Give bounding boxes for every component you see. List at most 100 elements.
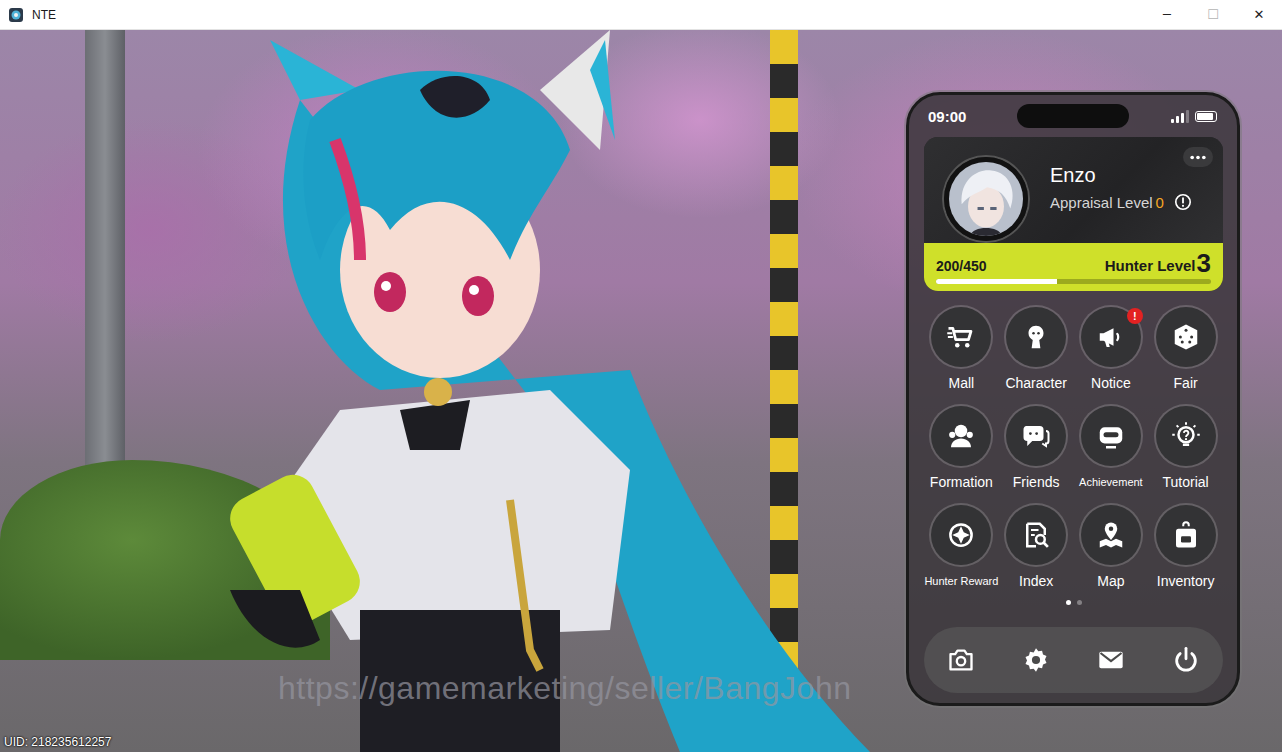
status-icons [1129,109,1218,123]
app-button[interactable]: Tutorial [1148,406,1223,491]
app-button[interactable]: Inventory [1148,505,1223,590]
dock-button[interactable] [1074,646,1149,674]
game-view: 09:00 Enzo Appraisal Level0 200/450 Hunter L… [0,30,1282,752]
camera-icon [947,646,975,674]
app-button[interactable]: Index [999,505,1074,590]
more-button[interactable] [1183,147,1213,167]
dock-button[interactable] [924,646,999,674]
gear-icon [1022,646,1050,674]
dock [924,627,1223,693]
app-label: Achievement [1079,473,1143,491]
title-bar: NTE ─☐✕ [0,0,1282,30]
watermark: https://gamemarketing/seller/BangJohn [278,670,851,707]
search-document-icon [1021,520,1051,550]
app-icon-circle [931,505,991,565]
hunter-level: Hunter Level3 [1105,251,1211,275]
hunter-level-value: 3 [1197,251,1211,275]
page-dot[interactable] [1066,600,1071,605]
hunter-level-row: 200/450 Hunter Level3 [936,251,1211,275]
app-icon-circle: ! [1081,307,1141,367]
phone-status-bar: 09:00 [924,95,1223,135]
window-control-button[interactable]: ☐ [1190,0,1236,29]
appraisal-label: Appraisal Level [1050,194,1153,211]
app-icon-circle [1156,307,1216,367]
app-button[interactable]: Map [1074,505,1149,590]
app-icon-circle [1156,505,1216,565]
app-label: Mall [949,374,975,392]
window-control-button[interactable]: ✕ [1236,0,1282,29]
app-icon-circle [1006,406,1066,466]
robot-icon [1096,421,1126,451]
xp-progress-bar [936,279,1211,284]
profile-info: Enzo Appraisal Level0 [1050,163,1183,211]
hunter-level-band: 200/450 Hunter Level3 [924,243,1223,291]
app-label: Index [1019,572,1053,590]
app-icon-circle [1006,307,1066,367]
app-label: Inventory [1157,572,1215,590]
map-pin-icon [1096,520,1126,550]
more-dots-icon [1188,154,1208,161]
info-icon[interactable] [1174,193,1192,211]
chat-icon [1021,421,1051,451]
app-logo-icon [8,7,24,23]
uid-label: UID: 218235612257 [4,735,111,749]
app-label: Notice [1091,374,1131,392]
battery-icon [1195,111,1217,122]
app-label: Formation [930,473,993,491]
appraisal-level: Appraisal Level0 [1050,193,1183,211]
avatar[interactable] [944,157,1028,241]
hunter-level-label: Hunter Level [1105,257,1196,275]
app-button[interactable]: Hunter Reward [924,505,999,590]
character-art [210,30,890,752]
phone-notch [1017,104,1129,128]
app-icon-circle [931,307,991,367]
app-icon-circle [1081,505,1141,565]
app-label: Map [1097,572,1124,590]
dock-button[interactable] [999,646,1074,674]
power-icon [1172,646,1200,674]
xp-progress-fill [936,279,1057,284]
dice-icon [1171,322,1201,352]
window-control-button[interactable]: ─ [1144,0,1190,29]
app-label: Fair [1174,374,1198,392]
lightbulb-icon [1171,421,1201,451]
appraisal-value: 0 [1156,194,1164,211]
app-button[interactable]: ! Notice [1074,307,1149,392]
page-indicator [924,600,1223,605]
app-icon-circle [1081,406,1141,466]
signal-icon [1171,109,1189,123]
profile-header: Enzo Appraisal Level0 [924,137,1223,243]
dock-button[interactable] [1148,646,1223,674]
phone-time: 09:00 [928,108,1017,125]
avatar-portrait-icon [949,162,1023,236]
character-icon [1021,322,1051,352]
phone-menu: 09:00 Enzo Appraisal Level0 200/450 Hunter L… [906,92,1240,706]
megaphone-icon [1096,322,1126,352]
crosshair-icon [946,520,976,550]
app-button[interactable]: Achievement [1074,406,1149,491]
app-button[interactable]: Friends [999,406,1074,491]
app-button[interactable]: Character [999,307,1074,392]
app-icon-circle [931,406,991,466]
app-label: Hunter Reward [924,572,998,590]
cart-icon [946,322,976,352]
app-button[interactable]: Formation [924,406,999,491]
app-grid: Mall Character! Notice Fair Formation Friends… [924,307,1223,590]
app-window: NTE ─☐✕ 09:00 Enzo Appraisal Level0 200/450 Hu… [0,0,1282,752]
app-icon-circle [1006,505,1066,565]
xp-reading: 200/450 [936,257,987,275]
app-label: Tutorial [1163,473,1209,491]
backpack-icon [1171,520,1201,550]
window-controls: ─☐✕ [1144,0,1282,29]
app-button[interactable]: Mall [924,307,999,392]
app-label: Character [1005,374,1066,392]
profile-card[interactable]: Enzo Appraisal Level0 200/450 Hunter Level3 [924,137,1223,291]
app-button[interactable]: Fair [1148,307,1223,392]
notification-badge: ! [1127,308,1143,324]
app-label: Friends [1013,473,1060,491]
mail-icon [1097,646,1125,674]
player-name: Enzo [1050,163,1183,187]
page-dot[interactable] [1077,600,1082,605]
formation-icon [946,421,976,451]
window-title: NTE [32,8,56,22]
